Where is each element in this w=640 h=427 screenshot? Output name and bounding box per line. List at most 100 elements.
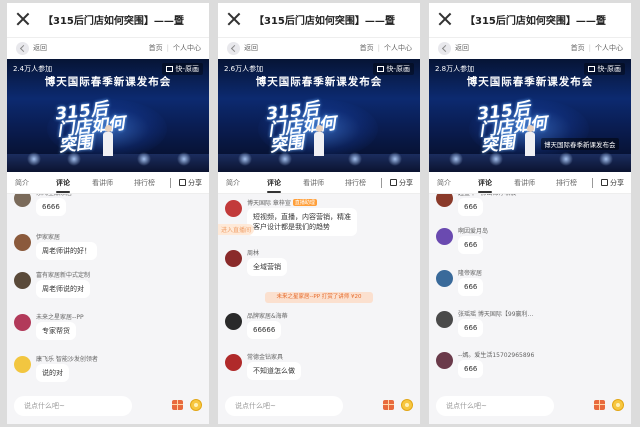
- author-name: 东鸿全品家居: [36, 194, 72, 197]
- nav-bar: 返回 首页 | 个人中心: [218, 37, 420, 59]
- tab-ranking[interactable]: 排行榜: [134, 178, 155, 188]
- avatar[interactable]: [14, 314, 31, 331]
- tab-intro[interactable]: 简介: [437, 178, 451, 188]
- share-button[interactable]: 分享: [601, 178, 624, 188]
- comment-author: --嫣。爱生活15702965896: [458, 350, 534, 359]
- back-link[interactable]: 返回: [244, 43, 258, 53]
- tab-ranking[interactable]: 排行榜: [556, 178, 577, 188]
- comment-list[interactable]: 起盛华--佛山锦淳软装666啊因爱月岛666隆帝家居666张瑶瑶 博天国际【99…: [429, 194, 631, 390]
- tab-comments[interactable]: 评论: [478, 178, 492, 193]
- author-name: 常德金钻家具: [247, 354, 284, 361]
- comment-author: 伊家家居: [36, 232, 60, 241]
- back-icon[interactable]: [227, 42, 240, 55]
- avatar[interactable]: [225, 200, 242, 217]
- share-label: 分享: [188, 179, 202, 187]
- comment-author: 隆帝家居: [458, 268, 482, 277]
- comment-author: 起盛华--佛山锦淳软装: [458, 194, 516, 197]
- quality-label: 快-原画: [386, 65, 410, 73]
- avatar[interactable]: [436, 270, 453, 287]
- reward-coin-icon[interactable]: [401, 399, 413, 411]
- author-name: 康飞乐 智能沙发创领者: [36, 356, 98, 363]
- author-name: 伊家家居: [36, 234, 61, 241]
- avatar[interactable]: [14, 194, 31, 207]
- close-icon[interactable]: [437, 11, 453, 27]
- user-center-link[interactable]: 个人中心: [173, 44, 201, 52]
- gift-icon[interactable]: [172, 400, 183, 410]
- author-name: 起盛华--佛山锦淳软装: [458, 194, 516, 197]
- quality-selector[interactable]: 快-原画: [373, 63, 414, 75]
- gift-icon[interactable]: [383, 400, 394, 410]
- stage-light: [559, 152, 573, 166]
- stage-light: [177, 152, 191, 166]
- divider: |: [166, 44, 169, 52]
- quality-selector[interactable]: 快-原画: [162, 63, 203, 75]
- event-banner: 博天国际春季新课发布会: [466, 76, 594, 88]
- user-center-link[interactable]: 个人中心: [384, 44, 412, 52]
- live-video[interactable]: 博天国际春季新课发布会 315后 门店如何 突围 2.4万人参加 快-原画: [7, 59, 209, 172]
- avatar[interactable]: [14, 272, 31, 289]
- live-page-panel: 【315后门店如何突围】——暨 返回 首页 | 个人中心 博天国际春季新课发布会 315后门…: [218, 3, 420, 424]
- role-badge: 直播助理: [292, 199, 317, 206]
- reward-coin-icon[interactable]: [190, 399, 202, 411]
- tab-comments[interactable]: 评论: [267, 178, 281, 193]
- tab-lecturer[interactable]: 看讲师: [92, 178, 113, 188]
- comment-text: 6666: [36, 198, 66, 216]
- gift-notice: 未来之星家居--PP 打赏了讲师 ¥20: [265, 292, 373, 303]
- comment-text: 专家帮货: [36, 322, 76, 340]
- close-icon[interactable]: [226, 11, 242, 27]
- tab-comments[interactable]: 评论: [56, 178, 70, 193]
- share-button[interactable]: 分享: [179, 178, 202, 188]
- avatar[interactable]: [225, 313, 242, 330]
- avatar[interactable]: [14, 234, 31, 251]
- reward-coin-icon[interactable]: [612, 399, 624, 411]
- stage-light: [137, 152, 151, 166]
- gift-icon[interactable]: [594, 400, 605, 410]
- comment-text: 666: [458, 360, 484, 378]
- back-icon[interactable]: [438, 42, 451, 55]
- tab-intro[interactable]: 简介: [226, 178, 240, 188]
- tab-bar: 简介 评论 看讲师 排行榜 分享: [429, 172, 631, 194]
- comment-input[interactable]: 说点什么吧~: [436, 396, 554, 416]
- speaker-figure: [103, 125, 113, 157]
- live-video[interactable]: 博天国际春季新课发布会 315后 门店如何 突围 2.8万人参加 快-原画 博天国际春季新课…: [429, 59, 631, 172]
- avatar[interactable]: [14, 356, 31, 373]
- viewer-count: 2.6万人参加: [224, 65, 264, 73]
- divider: [592, 178, 593, 188]
- avatar[interactable]: [436, 194, 453, 207]
- avatar[interactable]: [225, 354, 242, 371]
- home-link[interactable]: 首页: [571, 44, 585, 52]
- comment-author: 东鸿全品家居: [36, 194, 72, 197]
- divider: [170, 178, 171, 188]
- quality-selector[interactable]: 快-原画: [584, 63, 625, 75]
- avatar[interactable]: [436, 228, 453, 245]
- close-icon[interactable]: [15, 11, 31, 27]
- divider: |: [588, 44, 591, 52]
- share-label: 分享: [610, 179, 624, 187]
- title-bar: 【315后门店如何突围】——暨: [429, 3, 631, 37]
- back-link[interactable]: 返回: [455, 43, 469, 53]
- share-icon: [179, 179, 186, 186]
- stage-light: [348, 152, 362, 166]
- share-button[interactable]: 分享: [390, 178, 413, 188]
- tab-ranking[interactable]: 排行榜: [345, 178, 366, 188]
- tab-intro[interactable]: 简介: [15, 178, 29, 188]
- tab-lecturer[interactable]: 看讲师: [303, 178, 324, 188]
- back-link[interactable]: 返回: [33, 43, 47, 53]
- avatar[interactable]: [436, 311, 453, 328]
- divider: [381, 178, 382, 188]
- comment-list[interactable]: 博天国际 章梓宣 直播助理 短视频，直播，内容营销，精准 客户设计都是我们的趋势 周林…: [218, 194, 420, 390]
- back-icon[interactable]: [16, 42, 29, 55]
- comment-input[interactable]: 说点什么吧~: [225, 396, 343, 416]
- avatar[interactable]: [225, 250, 242, 267]
- avatar[interactable]: [436, 352, 453, 369]
- comment-list[interactable]: 东鸿全品家居6666 伊家家居周老师讲的好！ 富有家居新中式定制周老师说的对未来之星…: [7, 194, 209, 390]
- author-name: 张瑶瑶 博天国际【99赢利...: [458, 311, 534, 318]
- tab-lecturer[interactable]: 看讲师: [514, 178, 535, 188]
- quality-icon: [166, 66, 174, 72]
- home-link[interactable]: 首页: [360, 44, 374, 52]
- home-link[interactable]: 首页: [149, 44, 163, 52]
- live-video[interactable]: 博天国际春季新课发布会 315后 门店如何 突围 2.6万人参加 快-原画: [218, 59, 420, 172]
- comment-input[interactable]: 说点什么吧~: [14, 396, 132, 416]
- share-icon: [601, 179, 608, 186]
- user-center-link[interactable]: 个人中心: [595, 44, 623, 52]
